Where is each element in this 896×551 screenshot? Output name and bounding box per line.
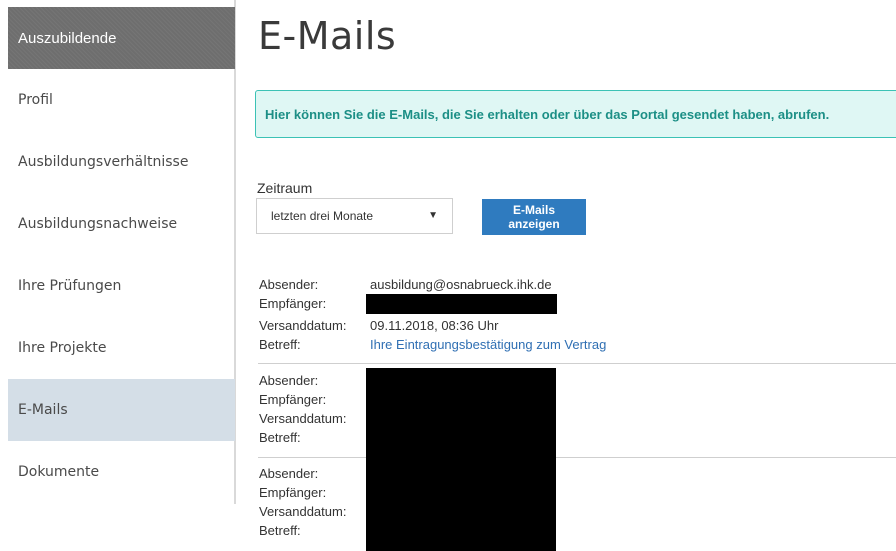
email-recipient-row: Empfänger: [259, 485, 896, 504]
zeitraum-select[interactable]: letzten drei Monate ▼ [256, 198, 453, 234]
sidebar-item-ausbildungsnachweise[interactable]: Ausbildungsnachweise [8, 193, 235, 255]
sidebar-header[interactable]: Auszubildende [8, 7, 235, 69]
recipient-label: Empfänger: [259, 296, 327, 311]
date-label: Versanddatum: [259, 318, 347, 333]
date-value: 09.11.2018, 08:36 Uhr [370, 318, 499, 333]
email-date-row: Versanddatum: [259, 411, 896, 430]
sidebar-item-pruefungen[interactable]: Ihre Prüfungen [8, 255, 235, 317]
redacted-recipient [366, 294, 557, 314]
divider [258, 457, 896, 458]
email-subject-row: Betreff: [259, 430, 896, 449]
recipient-label: Empfänger: [259, 392, 327, 407]
zeitraum-label: Zeitraum [257, 180, 313, 196]
email-record: Absender: ausbildung@osnabrueck.ihk.de E… [259, 277, 896, 354]
divider [258, 363, 896, 364]
zeitraum-select-value: letzten drei Monate [271, 209, 374, 223]
redacted-block [366, 368, 556, 551]
date-label: Versanddatum: [259, 504, 347, 519]
sidebar-item-dokumente[interactable]: Dokumente [8, 441, 235, 503]
sender-label: Absender: [259, 373, 319, 388]
sidebar-item-emails[interactable]: E-Mails [8, 379, 235, 441]
sidebar-item-ausbildungsverhaeltnisse[interactable]: Ausbildungsverhältnisse [8, 131, 235, 193]
email-sender-row: Absender: [259, 466, 896, 485]
email-sender-row: Absender: [259, 373, 896, 392]
subject-label: Betreff: [259, 523, 301, 538]
email-recipient-row: Empfänger: [259, 392, 896, 411]
sidebar-item-profil[interactable]: Profil [8, 69, 235, 131]
page-title: E-Mails [258, 14, 397, 58]
email-date-row: Versanddatum: 09.11.2018, 08:36 Uhr [259, 318, 896, 337]
recipient-label: Empfänger: [259, 485, 327, 500]
sidebar-item-projekte[interactable]: Ihre Projekte [8, 317, 235, 379]
email-subject-row: Betreff: [259, 523, 896, 542]
subject-link[interactable]: Ihre Eintragungsbestätigung zum Vertrag [370, 337, 606, 352]
email-sender-row: Absender: ausbildung@osnabrueck.ihk.de [259, 277, 896, 296]
chevron-down-icon: ▼ [428, 210, 438, 221]
subject-label: Betreff: [259, 430, 301, 445]
show-emails-button[interactable]: E-Mails anzeigen [482, 199, 586, 235]
info-message: Hier können Sie die E-Mails, die Sie erh… [255, 90, 896, 138]
email-record: Absender: Empfänger: Versanddatum: Betre… [259, 466, 896, 542]
email-subject-row: Betreff: Ihre Eintragungsbestätigung zum… [259, 337, 896, 356]
sender-value: ausbildung@osnabrueck.ihk.de [370, 277, 552, 292]
date-label: Versanddatum: [259, 411, 347, 426]
email-record: Absender: Empfänger: Versanddatum: Betre… [259, 373, 896, 449]
sender-label: Absender: [259, 277, 319, 292]
email-date-row: Versanddatum: [259, 504, 896, 523]
sidebar: Auszubildende Profil Ausbildungsverhältn… [0, 0, 236, 504]
email-recipient-row: Empfänger: [259, 296, 896, 316]
sender-label: Absender: [259, 466, 319, 481]
subject-label: Betreff: [259, 337, 301, 352]
